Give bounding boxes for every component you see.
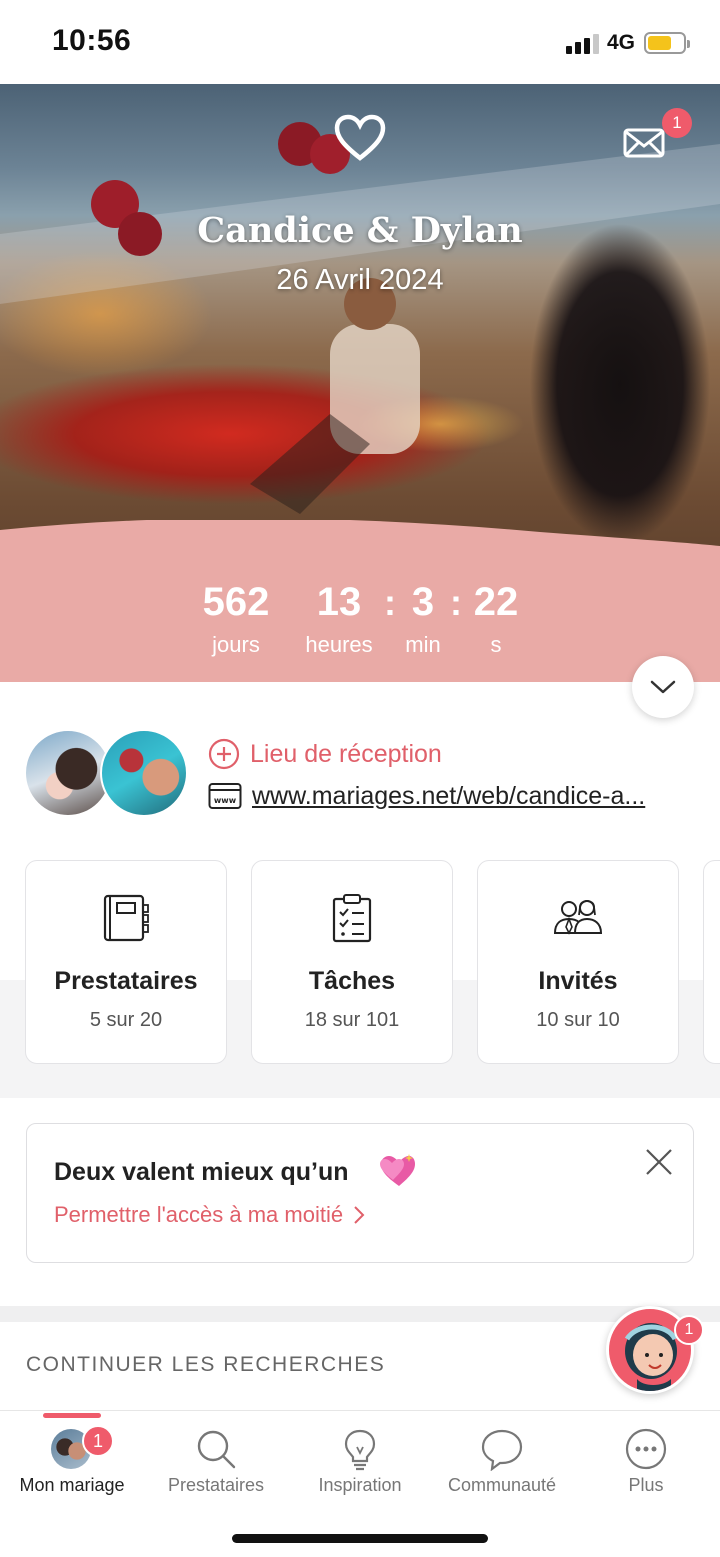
website-icon: www — [208, 783, 242, 809]
search-icon — [197, 1430, 236, 1469]
checklist-icon — [332, 894, 372, 943]
banner-title: Deux valent mieux qu’un — [54, 1158, 349, 1186]
couple-names: Candice & Dylan — [197, 210, 523, 251]
chat-bubble-icon — [481, 1429, 523, 1471]
status-time: 10:56 — [52, 24, 132, 57]
address-book-icon — [103, 894, 149, 942]
card-progress: 10 sur 10 — [536, 1009, 620, 1031]
guests-icon — [553, 900, 603, 935]
card-title: Prestataires — [54, 967, 198, 995]
countdown-days: 562 — [202, 580, 270, 624]
messages-badge: 1 — [662, 108, 692, 138]
countdown-separator: : — [384, 582, 396, 623]
close-icon[interactable] — [643, 1146, 675, 1178]
countdown-separator: : — [450, 582, 462, 623]
expand-button[interactable] — [632, 656, 694, 718]
card-next-partial[interactable] — [703, 860, 720, 1064]
avatar-partner-1[interactable] — [24, 729, 112, 817]
partner-access-banner: Deux valent mieux qu’un Permettre l'accè… — [26, 1123, 694, 1263]
assistant-badge: 1 — [674, 1315, 704, 1345]
battery-icon — [644, 32, 690, 54]
mail-icon[interactable] — [622, 126, 666, 160]
tab-mon-mariage[interactable]: 1 Mon mariage — [0, 1411, 144, 1511]
tab-communaute[interactable]: Communauté — [430, 1411, 574, 1511]
home-indicator[interactable] — [232, 1534, 488, 1543]
tab-prestataires[interactable]: Prestataires — [144, 1411, 288, 1511]
status-bar: 10:56 4G — [0, 0, 720, 84]
card-progress: 5 sur 20 — [89, 1009, 163, 1031]
wedding-date: 26 Avril 2024 — [276, 264, 444, 296]
countdown-hours: 13 — [316, 580, 362, 624]
avatar-partner-2[interactable] — [100, 729, 188, 817]
svg-text:www: www — [214, 796, 237, 805]
tab-label: Communauté — [447, 1475, 557, 1495]
card-title: Tâches — [308, 967, 396, 995]
countdown-minutes-label: min — [405, 632, 441, 657]
active-tab-indicator — [43, 1413, 101, 1418]
more-icon — [625, 1428, 667, 1470]
card-taches[interactable]: Tâches 18 sur 101 — [251, 860, 453, 1064]
network-type: 4G — [607, 31, 636, 54]
countdown-seconds-label: s — [490, 632, 502, 657]
sparkling-heart-icon — [380, 1154, 415, 1186]
heart-logo-icon — [334, 114, 386, 161]
section-divider — [0, 1306, 720, 1322]
chevron-right-icon — [354, 1206, 365, 1224]
tab-badge: 1 — [82, 1425, 114, 1457]
website-url: www.mariages.net/web/candice-a... — [252, 781, 646, 810]
signal-icon — [566, 34, 600, 54]
hero-photo[interactable]: Candice & Dylan 26 Avril 2024 1 562 jour… — [0, 84, 720, 682]
partner-access-label: Permettre l'accès à ma moitié — [54, 1202, 344, 1227]
chevron-down-icon — [650, 680, 676, 694]
wedding-website-link[interactable]: www www.mariages.net/web/candice-a... — [208, 780, 645, 812]
tab-label: Prestataires — [167, 1475, 265, 1495]
reception-venue-label: Lieu de réception — [250, 739, 442, 768]
countdown: 562 jours 13 heures : 3 min : 22 s — [0, 580, 720, 680]
countdown-minutes: 3 — [411, 580, 435, 624]
tab-label: Mon mariage — [19, 1475, 125, 1495]
tab-label: Inspiration — [318, 1475, 402, 1495]
countdown-hours-label: heures — [305, 632, 373, 657]
card-progress: 18 sur 101 — [304, 1009, 400, 1031]
section-title: CONTINUER LES RECHERCHES — [26, 1353, 386, 1376]
reception-venue-link[interactable]: Lieu de réception — [208, 738, 442, 770]
countdown-seconds: 22 — [473, 580, 519, 624]
countdown-days-label: jours — [212, 632, 260, 657]
tab-inspiration[interactable]: Inspiration — [288, 1411, 432, 1511]
partner-access-link[interactable]: Permettre l'accès à ma moitié — [54, 1202, 365, 1228]
plus-circle-icon — [208, 738, 240, 770]
card-prestataires[interactable]: Prestataires 5 sur 20 — [25, 860, 227, 1064]
tab-plus[interactable]: Plus — [574, 1411, 718, 1511]
tab-label: Plus — [628, 1475, 664, 1495]
card-title: Invités — [538, 967, 618, 995]
lightbulb-icon — [344, 1429, 376, 1471]
card-invites[interactable]: Invités 10 sur 10 — [477, 860, 679, 1064]
